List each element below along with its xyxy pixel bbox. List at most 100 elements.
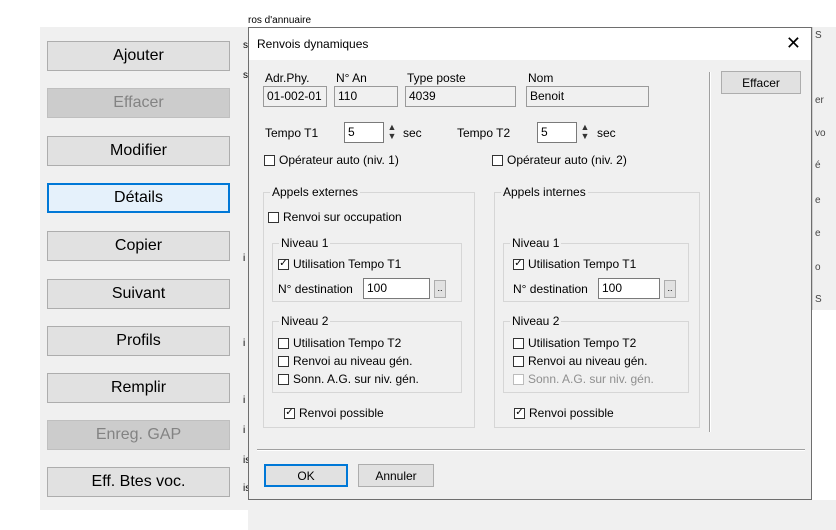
background-window-bottom (248, 500, 836, 530)
background-fragment: e (815, 228, 821, 239)
check-icon: ✓ (515, 407, 524, 418)
checkbox-box[interactable]: ✓ (284, 407, 295, 419)
effacer-dialog-button[interactable]: Effacer (721, 71, 801, 94)
externes-renvoi-possible-checkbox[interactable]: ✓ Renvoi possible (284, 406, 384, 420)
externes-tempo-t1-label: Utilisation Tempo T1 (293, 257, 402, 271)
appels-internes-group: Appels internes Niveau 1 ✓ Utilisation T… (494, 185, 700, 428)
externes-destination-input[interactable]: 100 (363, 278, 430, 299)
internes-tempo-t2-label: Utilisation Tempo T2 (528, 336, 637, 350)
check-icon: ✓ (279, 258, 288, 269)
adr-phy-field: 01-002-01 (263, 86, 327, 107)
background-fragment: er (815, 95, 824, 106)
operateur-auto-2-checkbox[interactable]: Opérateur auto (niv. 2) (492, 153, 627, 167)
operateur-auto-2-label: Opérateur auto (niv. 2) (507, 153, 627, 167)
tempo-t2-input[interactable]: 5 (537, 122, 577, 143)
checkbox-box[interactable] (492, 154, 503, 166)
operateur-auto-1-checkbox[interactable]: Opérateur auto (niv. 1) (264, 153, 399, 167)
tempo-t2-label: Tempo T2 (457, 126, 511, 140)
externes-sonn-label: Sonn. A.G. sur niv. gén. (293, 372, 419, 386)
externes-renvoi-gen-label: Renvoi au niveau gén. (293, 354, 413, 368)
annuler-button[interactable]: Annuler (358, 464, 434, 487)
internes-renvoi-possible-label: Renvoi possible (529, 406, 614, 420)
tempo-t1-unit: sec (403, 126, 422, 140)
tempo-t2-spinner[interactable]: ▲ ▼ (579, 123, 591, 143)
checkbox-box[interactable]: ✓ (513, 258, 524, 270)
background-fragment: i (243, 253, 246, 264)
spin-down-icon[interactable]: ▼ (386, 132, 398, 141)
internes-niveau1-group: Niveau 1 ✓ Utilisation Tempo T1 N° desti… (503, 236, 689, 302)
externes-sonn-checkbox[interactable]: Sonn. A.G. sur niv. gén. (278, 372, 419, 386)
externes-destination-label: N° destination (278, 282, 353, 296)
modifier-button[interactable]: Modifier (47, 136, 230, 166)
check-icon: ✓ (514, 258, 523, 269)
suivant-button[interactable]: Suivant (47, 279, 230, 309)
eff-btes-voc-button[interactable]: Eff. Btes voc. (47, 467, 230, 497)
close-icon[interactable]: ✕ (786, 33, 801, 53)
enreg-gap-button[interactable]: Enreg. GAP (47, 420, 230, 450)
background-top-text: ros d'annuaire (248, 15, 312, 26)
profils-button[interactable]: Profils (47, 326, 230, 356)
type-poste-label: Type poste (407, 71, 466, 85)
effacer-button[interactable]: Effacer (47, 88, 230, 118)
checkbox-box[interactable] (513, 373, 524, 385)
checkbox-box[interactable]: ✓ (278, 258, 289, 270)
nom-field: Benoit (526, 86, 649, 107)
externes-niveau1-group: Niveau 1 ✓ Utilisation Tempo T1 N° desti… (272, 236, 462, 302)
appels-internes-title: Appels internes (501, 185, 588, 199)
externes-browse-button[interactable]: .. (434, 280, 446, 298)
background-window-top: ros d'annuaire (248, 14, 818, 27)
externes-tempo-t2-checkbox[interactable]: Utilisation Tempo T2 (278, 336, 401, 350)
background-fragment: i (243, 338, 246, 349)
type-poste-field: 4039 (405, 86, 516, 107)
background-fragment: o (815, 262, 821, 273)
check-icon: ✓ (285, 407, 294, 418)
ok-button[interactable]: OK (264, 464, 348, 487)
internes-niveau1-title: Niveau 1 (510, 236, 562, 250)
externes-niveau2-group: Niveau 2 Utilisation Tempo T2 Renvoi au … (272, 314, 462, 393)
internes-tempo-t1-checkbox[interactable]: ✓ Utilisation Tempo T1 (513, 257, 636, 271)
internes-tempo-t2-checkbox[interactable]: Utilisation Tempo T2 (513, 336, 636, 350)
checkbox-box[interactable] (513, 337, 524, 349)
tempo-t1-input[interactable]: 5 (344, 122, 384, 143)
checkbox-box[interactable]: ✓ (514, 407, 525, 419)
externes-renvoi-gen-checkbox[interactable]: Renvoi au niveau gén. (278, 354, 412, 368)
internes-sonn-checkbox[interactable]: Sonn. A.G. sur niv. gén. (513, 372, 654, 386)
renvoi-occupation-label: Renvoi sur occupation (283, 210, 402, 224)
internes-browse-button[interactable]: .. (664, 280, 676, 298)
internes-niveau2-group: Niveau 2 Utilisation Tempo T2 Renvoi au … (503, 314, 689, 393)
renvoi-occupation-checkbox[interactable]: Renvoi sur occupation (268, 210, 402, 224)
background-fragment: i (243, 395, 246, 406)
dialog-titlebar[interactable]: Renvois dynamiques ✕ (249, 28, 811, 60)
checkbox-box[interactable] (264, 154, 275, 166)
tempo-t1-spinner[interactable]: ▲ ▼ (386, 123, 398, 143)
internes-renvoi-gen-label: Renvoi au niveau gén. (528, 354, 648, 368)
internes-renvoi-gen-checkbox[interactable]: Renvoi au niveau gén. (513, 354, 647, 368)
tempo-t2-unit: sec (597, 126, 616, 140)
adr-phy-label: Adr.Phy. (265, 71, 310, 85)
externes-tempo-t2-label: Utilisation Tempo T2 (293, 336, 402, 350)
checkbox-box[interactable] (278, 373, 289, 385)
nom-label: Nom (528, 71, 554, 85)
spin-down-icon[interactable]: ▼ (579, 132, 591, 141)
n-an-field: 110 (334, 86, 398, 107)
internes-niveau2-title: Niveau 2 (510, 314, 562, 328)
left-button-panel: Ajouter Effacer Modifier Détails Copier … (40, 27, 240, 510)
appels-externes-title: Appels externes (270, 185, 361, 199)
internes-tempo-t1-label: Utilisation Tempo T1 (528, 257, 637, 271)
externes-niveau1-title: Niveau 1 (279, 236, 331, 250)
remplir-button[interactable]: Remplir (47, 373, 230, 403)
internes-destination-input[interactable]: 100 (598, 278, 660, 299)
ajouter-button[interactable]: Ajouter (47, 41, 230, 71)
checkbox-box[interactable] (278, 355, 289, 367)
background-fragment: i (243, 425, 246, 436)
internes-renvoi-possible-checkbox[interactable]: ✓ Renvoi possible (514, 406, 614, 420)
internes-sonn-label: Sonn. A.G. sur niv. gén. (528, 372, 654, 386)
checkbox-box[interactable] (278, 337, 289, 349)
internes-destination-label: N° destination (513, 282, 588, 296)
checkbox-box[interactable] (513, 355, 524, 367)
copier-button[interactable]: Copier (47, 231, 230, 261)
background-fragment: vo (815, 128, 826, 139)
checkbox-box[interactable] (268, 211, 279, 223)
externes-tempo-t1-checkbox[interactable]: ✓ Utilisation Tempo T1 (278, 257, 401, 271)
details-button[interactable]: Détails (47, 183, 230, 213)
